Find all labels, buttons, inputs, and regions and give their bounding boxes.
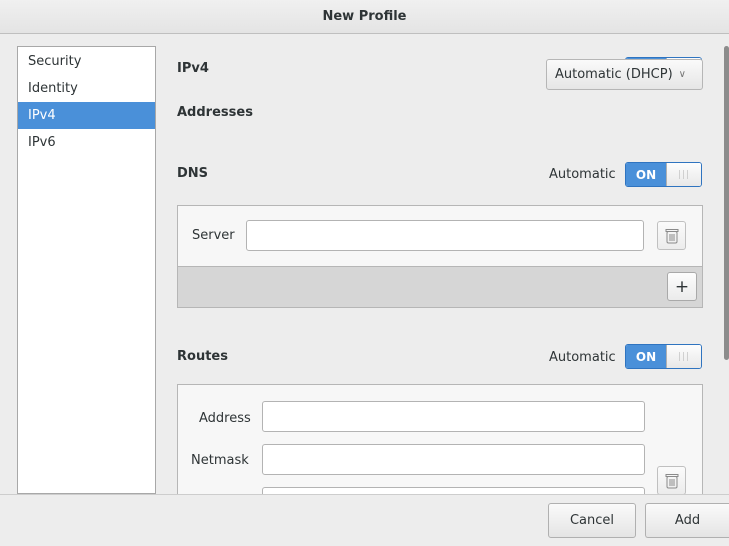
route-address-input[interactable] [262,401,645,432]
routes-automatic-switch[interactable]: ON ||| [625,344,702,369]
chevron-down-icon: ∨ [678,69,686,80]
cancel-button[interactable]: Cancel [548,503,636,538]
titlebar: New Profile [0,0,729,34]
route-gateway-input[interactable] [262,487,645,494]
switch-knob: ||| [666,163,701,186]
trash-icon [665,228,678,243]
routes-panel: Address Netmask [177,384,703,494]
add-button-label: Add [674,513,701,528]
server-label: Server [192,228,235,243]
dns-automatic-label: Automatic [549,167,616,182]
routes-title: Routes [177,349,228,364]
delete-route-button[interactable] [657,466,686,494]
netmask-label: Netmask [191,453,249,468]
routes-automatic-label: Automatic [549,350,616,365]
addresses-dropdown[interactable]: Automatic (DHCP) ∨ [546,59,703,90]
switch-knob: ||| [666,345,701,368]
plus-icon: + [674,276,690,297]
trash-icon [665,473,678,488]
switch-on-label: ON [626,163,666,186]
delete-server-button[interactable] [657,221,686,250]
scrollbar[interactable] [724,46,729,360]
dns-server-panel: Server + [177,205,703,308]
server-input[interactable] [246,220,644,251]
address-label: Address [199,411,251,426]
dns-title: DNS [177,166,209,181]
content-pane: IPv4 ON ||| Addresses Automatic (DHCP) ∨… [0,34,729,494]
ipv4-title: IPv4 [177,61,209,76]
add-button[interactable]: Add [645,503,729,538]
switch-on-label: ON [626,345,666,368]
dns-add-bar: + [178,266,702,307]
window-title: New Profile [322,9,407,24]
addresses-label: Addresses [177,105,253,120]
dialog-action-bar: Cancel Add [0,494,729,546]
cancel-button-label: Cancel [569,513,615,528]
addresses-dropdown-value: Automatic (DHCP) [555,67,673,82]
add-dns-server-button[interactable]: + [667,272,697,301]
route-netmask-input[interactable] [262,444,645,475]
dns-automatic-switch[interactable]: ON ||| [625,162,702,187]
